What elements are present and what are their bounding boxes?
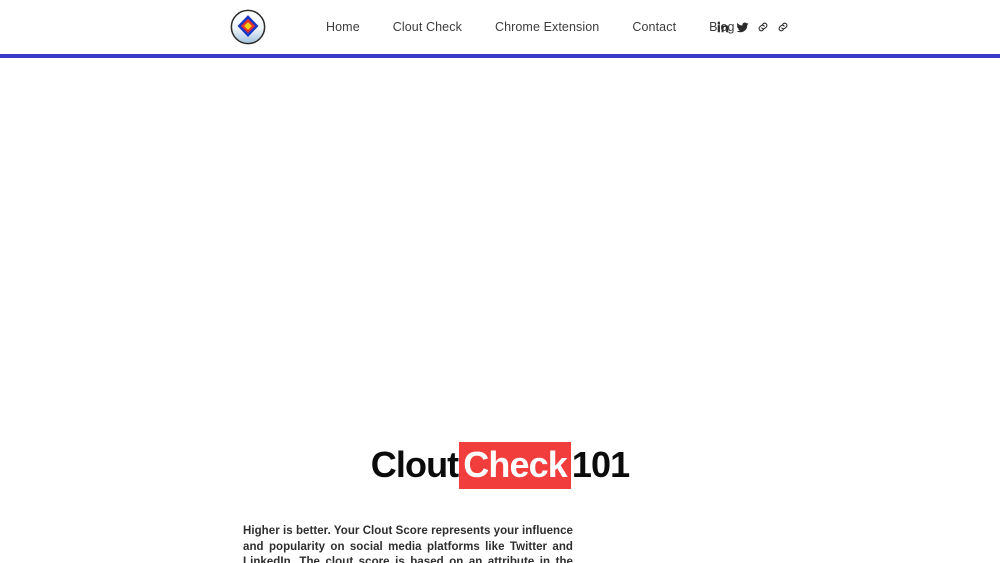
page-title-part-one: Clout xyxy=(370,444,459,485)
nav-link-contact[interactable]: Contact xyxy=(632,15,676,40)
main-navigation: Home Clout Check Chrome Extension Contac… xyxy=(326,0,735,54)
link-icon[interactable] xyxy=(756,21,769,34)
page-title-part-two: 101 xyxy=(571,444,630,485)
linkedin-icon[interactable] xyxy=(716,21,729,34)
site-logo[interactable] xyxy=(228,7,268,47)
page-title-highlight: Check xyxy=(459,441,571,489)
hero-description: Higher is better. Your Clout Score repre… xyxy=(243,524,573,563)
hero-description-text: Higher is better. Your Clout Score repre… xyxy=(243,525,573,563)
page-body: Clout Check 101 Higher is better. Your Clo… xyxy=(0,58,1000,563)
diamond-badge-logo-icon xyxy=(230,9,266,45)
chain-link-glyph xyxy=(758,22,767,32)
chain-link-glyph xyxy=(778,22,787,32)
social-links xyxy=(716,0,789,54)
site-header: Home Clout Check Chrome Extension Contac… xyxy=(0,0,1000,54)
linkedin-glyph xyxy=(717,21,728,33)
page-title: Clout Check 101 xyxy=(0,441,1000,489)
link-icon[interactable] xyxy=(776,21,789,34)
nav-link-home[interactable]: Home xyxy=(326,15,360,40)
nav-link-chrome-extension[interactable]: Chrome Extension xyxy=(495,15,599,40)
hero-blank-space xyxy=(0,58,1000,443)
nav-link-clout-check[interactable]: Clout Check xyxy=(393,15,462,40)
twitter-icon[interactable] xyxy=(736,21,749,34)
twitter-bird-glyph xyxy=(736,22,749,32)
